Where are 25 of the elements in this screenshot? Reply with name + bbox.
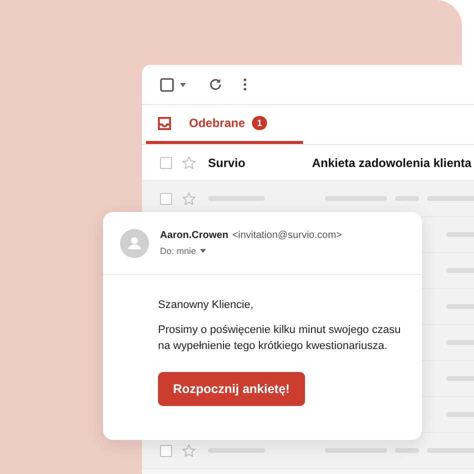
inbox-icon [158, 116, 171, 130]
sender-name: Aaron.Crowen [160, 230, 228, 241]
star-icon[interactable] [182, 156, 196, 170]
row-checkbox[interactable] [160, 156, 172, 168]
message-subject: Ankieta zadowolenia klienta [312, 156, 472, 170]
star-icon[interactable] [182, 444, 196, 458]
caret-icon[interactable] [180, 82, 186, 86]
sender-address: <invitation@survio.com> [232, 230, 342, 241]
recipient-label: Do: mnie [160, 246, 196, 256]
row-checkbox[interactable] [160, 192, 172, 204]
more-icon[interactable] [243, 78, 247, 91]
placeholder-bar [325, 448, 387, 453]
message-text: Prosimy o poświęcenie kilku minut swojego czasu na wypełnienie tego krótkiego kwestionariusza. [158, 323, 402, 354]
avatar-icon [120, 228, 149, 258]
placeholder-bar [208, 448, 266, 453]
checkbox-icon[interactable] [160, 78, 174, 92]
row-checkbox[interactable] [160, 444, 172, 456]
placeholder-bar [394, 448, 418, 453]
refresh-icon[interactable] [208, 77, 223, 92]
start-survey-button[interactable]: Rozpocznij ankietę! [158, 372, 305, 406]
unread-count-badge: 1 [252, 116, 268, 130]
greeting-text: Szanowny Kliencie, [158, 298, 254, 313]
message-row[interactable]: Survio Ankieta zadowolenia klienta [142, 145, 474, 181]
star-icon[interactable] [182, 192, 196, 206]
sender-name: Survio [208, 156, 246, 170]
